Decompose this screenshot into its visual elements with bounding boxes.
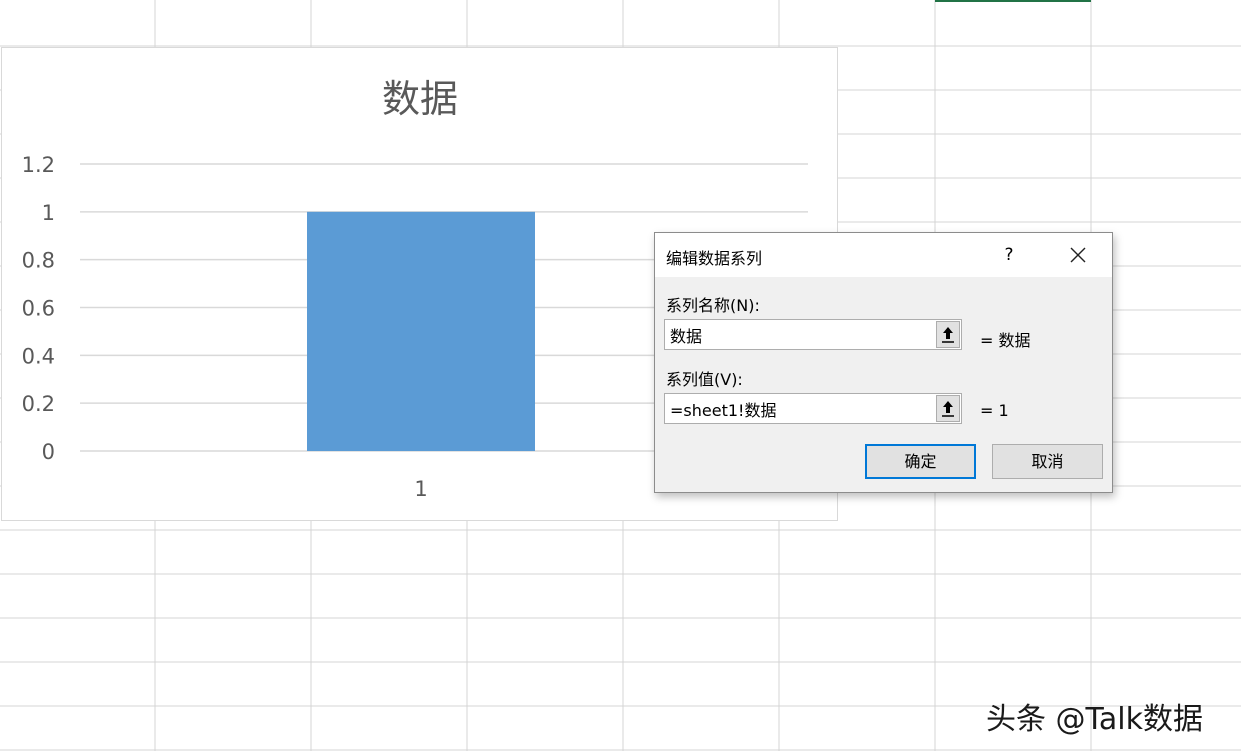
x-tick-label: 1	[414, 477, 427, 501]
series-values-label: 系列值(V):	[666, 370, 743, 389]
series-values-field[interactable]	[664, 393, 962, 424]
y-tick-label: 0.4	[22, 344, 55, 368]
close-icon[interactable]	[1063, 241, 1093, 269]
series-name-field[interactable]	[664, 319, 962, 350]
dialog-title: 编辑数据系列	[666, 249, 763, 268]
y-tick-label: 0.6	[22, 297, 55, 321]
series-name-collapse-button[interactable]	[936, 321, 960, 348]
series-name-label: 系列名称(N):	[666, 292, 760, 316]
series-values-input[interactable]	[665, 394, 933, 423]
chart-title: 数据	[382, 77, 458, 121]
watermark-text: 头条 @Talk数据	[986, 702, 1203, 737]
series-name-preview: = 数据	[980, 331, 1031, 350]
edit-series-dialog: 编辑数据系列 ? 系列名称(N): = 数据 系列值(V):	[654, 232, 1113, 493]
series-values-collapse-button[interactable]	[936, 395, 960, 422]
active-cell-indicator	[935, 0, 1091, 2]
ok-button[interactable]: 确定	[865, 444, 976, 479]
help-button[interactable]: ?	[996, 243, 1022, 267]
series-values-preview: = 1	[980, 401, 1009, 420]
dialog-titlebar[interactable]: 编辑数据系列 ?	[655, 233, 1112, 277]
bar[interactable]	[307, 211, 535, 451]
cancel-button[interactable]: 取消	[992, 444, 1103, 479]
y-tick-label: 1	[42, 201, 55, 225]
y-tick-label: 0.2	[22, 392, 55, 416]
y-tick-label: 0.8	[22, 249, 55, 273]
y-tick-label: 0	[42, 440, 55, 464]
series-name-input[interactable]	[665, 320, 933, 349]
range-collapse-icon	[942, 401, 954, 417]
range-collapse-icon	[942, 327, 954, 343]
series-name-label-text: 系列名称(N):	[666, 296, 760, 315]
y-tick-label: 1.2	[22, 153, 55, 177]
